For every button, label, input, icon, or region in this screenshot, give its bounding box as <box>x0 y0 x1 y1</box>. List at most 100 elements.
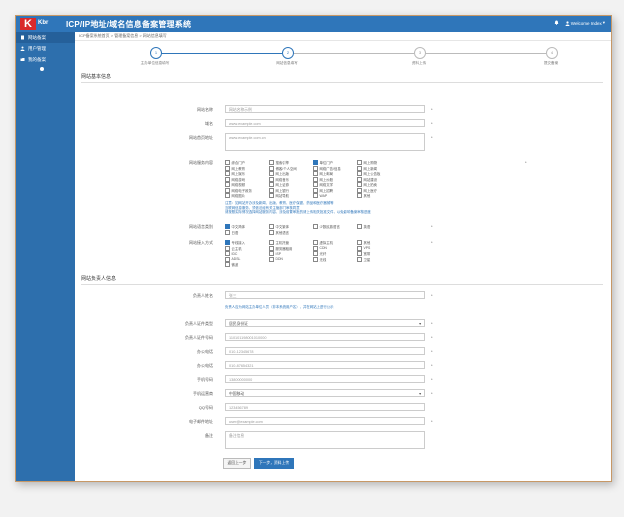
checkbox-option[interactable]: 虚拟主机 <box>313 240 357 245</box>
checkbox[interactable] <box>269 187 274 193</box>
checkbox-option[interactable]: 少数民族语言 <box>313 224 357 229</box>
remark-textarea[interactable]: 备注信息 <box>225 431 425 449</box>
checkbox-option[interactable]: 网络文学 <box>313 182 357 187</box>
checkbox-option[interactable]: 网上银行 <box>269 187 313 193</box>
checkbox[interactable] <box>357 187 362 193</box>
checkbox-option[interactable]: 光纤 <box>313 251 357 256</box>
email-input[interactable]: user@example.com <box>225 417 425 425</box>
home-url-textarea[interactable]: www.example.com.cn <box>225 133 425 151</box>
next-step-button[interactable]: 下一步，资料上传 <box>254 458 294 469</box>
id-type-select[interactable]: 居民身份证 ▾ <box>225 319 425 327</box>
domain-input[interactable]: www.example.com <box>225 119 425 127</box>
checkbox-option[interactable]: 网上证券 <box>269 182 313 187</box>
checkbox-option[interactable]: 单位门户 <box>313 160 357 165</box>
checkbox[interactable] <box>269 182 274 187</box>
checkbox[interactable] <box>225 256 230 262</box>
checkbox[interactable] <box>269 245 274 251</box>
checkbox[interactable] <box>225 187 230 193</box>
checkbox-option[interactable]: 网站导航 <box>269 193 313 198</box>
checkbox-option[interactable]: 网上医疗 <box>357 187 401 193</box>
checkbox[interactable] <box>313 187 318 193</box>
checkbox-option[interactable]: ADSL <box>225 256 269 262</box>
mobile-input[interactable]: 13800000000 <box>225 375 425 383</box>
checkbox[interactable] <box>313 182 318 187</box>
checkbox-option[interactable]: 网上招聘 <box>313 187 357 193</box>
checkbox[interactable] <box>269 240 274 245</box>
checkbox-option[interactable]: 无线 <box>313 256 357 262</box>
checkbox[interactable] <box>269 251 274 256</box>
checkbox-option[interactable]: VPS <box>357 245 401 251</box>
checkbox-option[interactable]: 网上购物 <box>357 160 401 165</box>
carrier-select[interactable]: 中国移动 ▾ <box>225 389 425 397</box>
checkbox[interactable] <box>225 229 230 235</box>
checkbox[interactable] <box>269 171 274 176</box>
checkbox[interactable] <box>225 160 230 165</box>
checkbox-option[interactable]: CDN <box>313 245 357 251</box>
checkbox-option[interactable]: 中文简体 <box>225 224 269 229</box>
checkbox-option[interactable]: DDN <box>269 256 313 262</box>
checkbox[interactable] <box>313 160 318 165</box>
checkbox[interactable] <box>357 165 362 171</box>
checkbox-option[interactable]: 专线接入 <box>225 240 269 245</box>
checkbox[interactable] <box>269 224 274 229</box>
id-number-input[interactable]: 110101198001010000 <box>225 333 425 341</box>
checkbox-option[interactable]: 网上娱乐 <box>225 171 269 176</box>
checkbox[interactable] <box>357 182 362 187</box>
checkbox-option[interactable]: 网络游戏 <box>225 176 269 182</box>
checkbox[interactable] <box>357 245 362 251</box>
checkbox-option[interactable]: 网络图片 <box>225 193 269 198</box>
prev-step-button[interactable]: 返回上一步 <box>223 458 251 469</box>
owner-name-input[interactable]: 张三 <box>225 291 425 299</box>
checkbox-option[interactable]: 综合门户 <box>225 160 269 165</box>
checkbox-option[interactable]: 云主机 <box>225 245 269 251</box>
checkbox-option[interactable]: 网络音乐 <box>269 176 313 182</box>
checkbox[interactable] <box>357 193 362 198</box>
checkbox[interactable] <box>357 224 362 229</box>
checkbox-option[interactable]: 其他 <box>357 193 401 198</box>
checkbox-option[interactable]: 网络广告/信息 <box>313 165 357 171</box>
checkbox-option[interactable]: IDC <box>225 251 269 256</box>
checkbox-option[interactable]: 宽带 <box>357 251 401 256</box>
checkbox-option[interactable]: WAP <box>313 193 357 198</box>
checkbox[interactable] <box>313 256 318 262</box>
home-phone-input[interactable]: 010-87654321 <box>225 361 425 369</box>
checkbox-option[interactable]: 搜索引擎 <box>269 160 313 165</box>
checkbox[interactable] <box>313 245 318 251</box>
checkbox[interactable] <box>357 171 362 176</box>
checkbox[interactable] <box>269 193 274 198</box>
checkbox-option[interactable]: 网上新闻 <box>357 165 401 171</box>
checkbox-option[interactable]: 其他 <box>357 240 401 245</box>
checkbox[interactable] <box>225 251 230 256</box>
bell-icon[interactable] <box>554 20 559 26</box>
checkbox[interactable] <box>313 240 318 245</box>
checkbox[interactable] <box>269 256 274 262</box>
checkbox-option[interactable]: 网络电子政务 <box>225 187 269 193</box>
sidebar-item-users[interactable]: 用户管理 <box>16 43 75 54</box>
site-name-input[interactable]: 网站名称示例 <box>225 105 425 113</box>
checkbox-option[interactable]: 中文繁体 <box>269 224 313 229</box>
checkbox[interactable] <box>225 176 230 182</box>
checkbox-option[interactable]: 其他语言 <box>269 229 313 235</box>
qq-input[interactable]: 123456789 <box>225 403 425 411</box>
checkbox-option[interactable]: 网上邮局 <box>313 171 357 176</box>
checkbox[interactable] <box>357 176 362 182</box>
checkbox-option[interactable]: 英语 <box>357 224 401 229</box>
checkbox[interactable] <box>357 256 362 262</box>
checkbox[interactable] <box>269 160 274 165</box>
checkbox[interactable] <box>225 193 230 198</box>
sidebar-item-my-filings[interactable]: 我的备案 <box>16 54 75 65</box>
checkbox-option[interactable]: 网上拍卖 <box>357 182 401 187</box>
checkbox[interactable] <box>313 224 318 229</box>
user-menu[interactable]: Welcome Index ▾ <box>565 20 605 26</box>
checkbox[interactable] <box>225 224 230 229</box>
checkbox[interactable] <box>225 171 230 176</box>
checkbox-option[interactable]: 主机托管 <box>269 240 313 245</box>
checkbox-option[interactable]: 微波 <box>225 262 269 267</box>
checkbox[interactable] <box>313 176 318 182</box>
checkbox-option[interactable]: ISP <box>269 251 313 256</box>
checkbox[interactable] <box>313 165 318 171</box>
checkbox-option[interactable]: 网上公告板 <box>357 171 401 176</box>
checkbox[interactable] <box>357 251 362 256</box>
checkbox[interactable] <box>313 193 318 198</box>
sidebar-item-site-filing[interactable]: 网站备案 <box>16 32 75 43</box>
